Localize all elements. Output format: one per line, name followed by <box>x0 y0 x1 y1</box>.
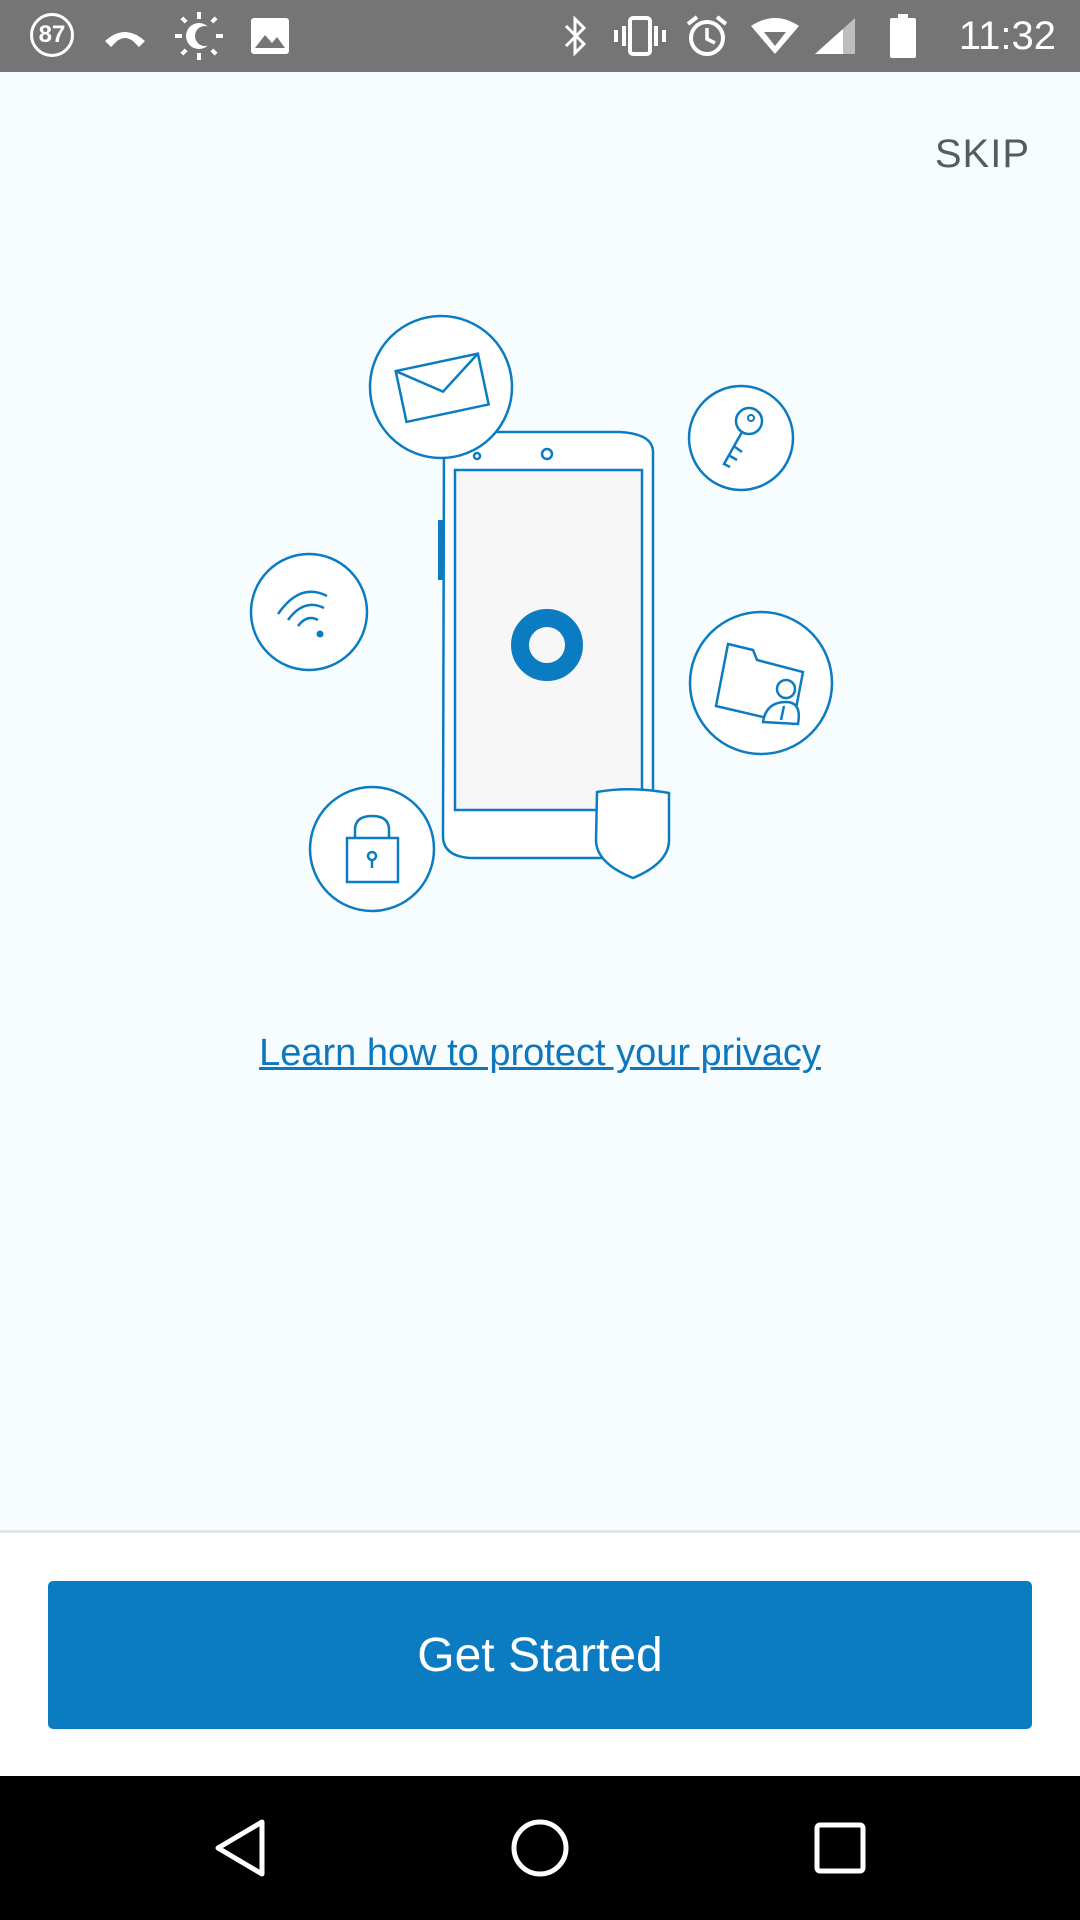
key-icon <box>687 384 795 492</box>
bottom-action-bar: Get Started <box>0 1530 1080 1776</box>
wifi-icon <box>249 552 369 672</box>
envelope-icon <box>368 314 514 460</box>
navigation-bar <box>0 1776 1080 1920</box>
status-time: 11:32 <box>958 14 1056 58</box>
brightness-icon <box>172 0 226 72</box>
lock-icon <box>308 785 436 913</box>
wifi-icon <box>748 0 802 72</box>
skip-button[interactable]: SKIP <box>935 132 1030 177</box>
app-screen: 87 11:32 SKIP Learn how to protect your … <box>0 0 1080 1920</box>
vibrate-icon <box>612 0 668 72</box>
status-bar: 87 11:32 <box>0 0 1080 72</box>
alarm-icon <box>684 0 730 72</box>
notification-count-icon: 87 <box>30 13 74 57</box>
missed-call-icon <box>100 0 150 72</box>
back-icon[interactable] <box>180 1776 300 1920</box>
folder-user-icon <box>688 610 834 756</box>
cell-signal-icon <box>812 0 858 72</box>
home-icon[interactable] <box>480 1776 600 1920</box>
battery-icon <box>886 0 920 72</box>
recents-icon[interactable] <box>780 1776 900 1920</box>
learn-privacy-link[interactable]: Learn how to protect your privacy <box>0 1032 1080 1075</box>
onboarding-illustration <box>0 300 1080 920</box>
shield-icon <box>594 787 671 880</box>
notification-count: 87 <box>38 21 66 48</box>
image-icon <box>248 0 292 72</box>
get-started-button[interactable]: Get Started <box>48 1581 1032 1729</box>
bluetooth-icon <box>558 0 594 72</box>
